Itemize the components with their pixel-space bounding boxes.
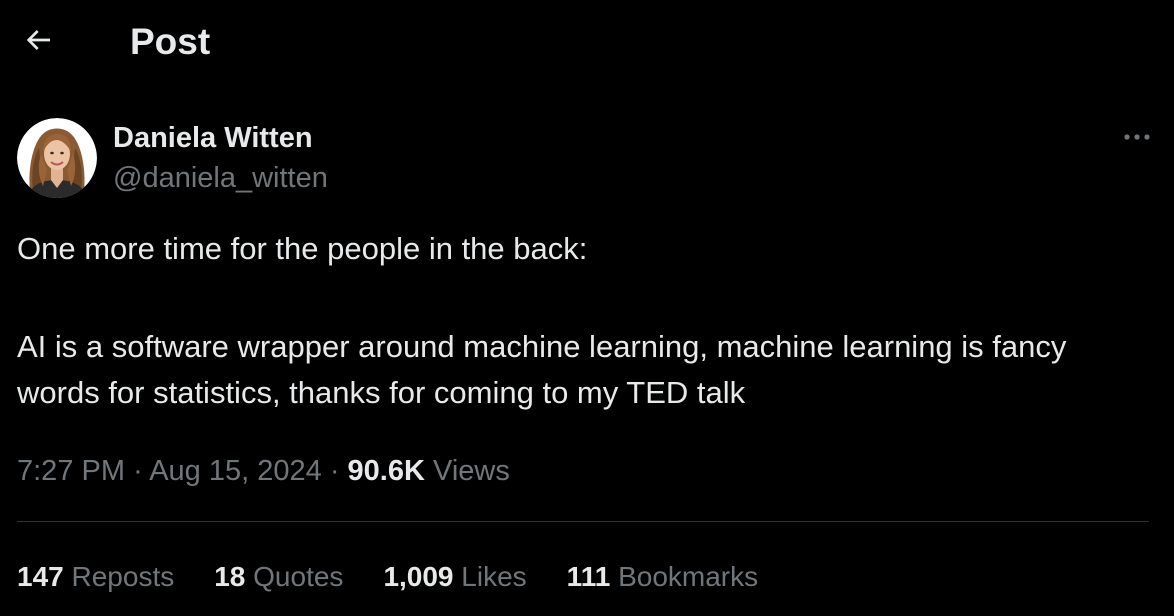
post-body: One more time for the people in the back… <box>17 226 1157 416</box>
avatar[interactable] <box>17 118 97 198</box>
quotes-label: Quotes <box>253 561 344 592</box>
views-count: 90.6K <box>347 455 425 487</box>
quotes-count: 18 <box>214 561 246 592</box>
header-bar: Post <box>0 0 1174 84</box>
post-text-line: AI is a software wrapper around machine … <box>17 329 1067 410</box>
meta-separator: · <box>133 455 143 487</box>
page-title: Post <box>130 21 211 62</box>
quotes-stat[interactable]: 18 Quotes <box>214 558 343 596</box>
more-horizontal-icon <box>1121 129 1153 147</box>
post-meta: 7:27 PM · Aug 15, 2024 · 90.6K Views <box>17 452 510 490</box>
author-name[interactable]: Daniela Witten <box>113 120 313 156</box>
author-handle[interactable]: @daniela_witten <box>113 160 328 196</box>
reposts-count: 147 <box>17 561 64 592</box>
likes-label: Likes <box>461 561 527 592</box>
reposts-label: Reposts <box>71 561 175 592</box>
post-date[interactable]: Aug 15, 2024 <box>149 455 322 487</box>
views-label: Views <box>433 455 510 487</box>
bookmarks-count: 111 <box>566 561 611 592</box>
likes-stat[interactable]: 1,009 Likes <box>383 558 526 596</box>
engagement-stats: 147 Reposts 18 Quotes 1,009 Likes 111 Bo… <box>17 558 798 596</box>
bookmarks-label: Bookmarks <box>618 561 759 592</box>
bookmarks-stat[interactable]: 111 Bookmarks <box>567 558 758 596</box>
arrow-left-icon <box>22 24 54 61</box>
reposts-stat[interactable]: 147 Reposts <box>17 558 174 596</box>
divider <box>17 521 1149 522</box>
more-options-button[interactable] <box>1117 120 1157 156</box>
post-time[interactable]: 7:27 PM <box>17 455 125 487</box>
meta-separator: · <box>329 455 340 487</box>
back-button[interactable] <box>16 20 60 64</box>
post-text-line: One more time for the people in the back… <box>17 231 588 266</box>
likes-count: 1,009 <box>383 561 454 592</box>
post-author: Daniela Witten @daniela_witten <box>17 116 1157 198</box>
